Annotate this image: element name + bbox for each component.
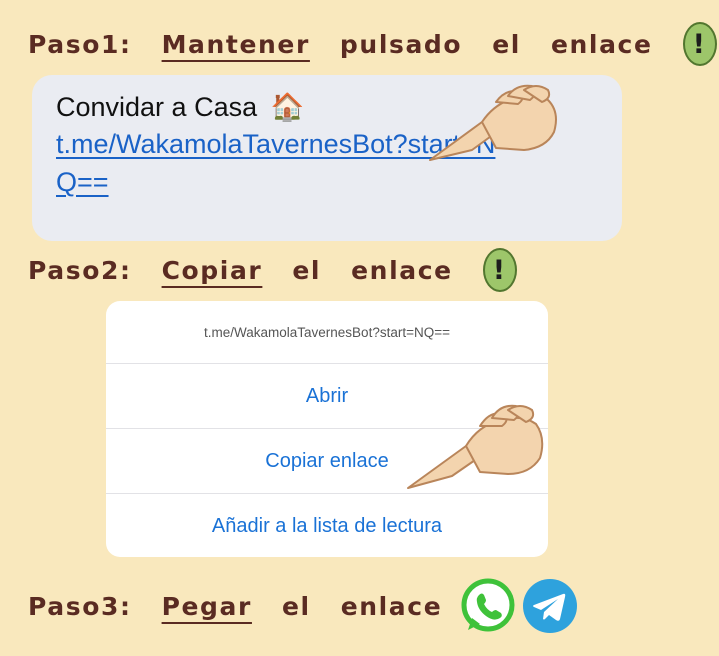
step2-action: Copiar bbox=[161, 255, 263, 285]
step3-label: Paso3: bbox=[28, 591, 132, 621]
step1-text-1: pulsado bbox=[339, 29, 463, 59]
step1-heading: Paso1: Mantener pulsado el enlace ! bbox=[28, 22, 717, 66]
step1-text-3: enlace bbox=[550, 29, 653, 59]
chat-title-text: Convidar a Casa bbox=[56, 92, 258, 122]
house-icon: 🏠 bbox=[270, 92, 305, 122]
step2-text-1: el bbox=[292, 255, 322, 285]
step2-text-2: enlace bbox=[351, 255, 453, 285]
step1-label: Paso1: bbox=[28, 29, 132, 59]
telegram-icon bbox=[523, 579, 578, 633]
step1-text-2: el bbox=[492, 29, 521, 59]
step3-text-2: enlace bbox=[340, 591, 443, 621]
exclamation-avocado-icon: ! bbox=[482, 248, 517, 292]
step2-label: Paso2: bbox=[28, 255, 132, 285]
whatsapp-icon bbox=[461, 578, 515, 632]
step3-heading: Paso3: Pegar el enlace bbox=[28, 578, 578, 633]
add-to-reading-list-option[interactable]: Añadir a la lista de lectura bbox=[106, 494, 548, 557]
step3-action: Pegar bbox=[161, 591, 252, 621]
step1-action: Mantener bbox=[161, 29, 310, 59]
step2-heading: Paso2: Copiar el enlace ! bbox=[28, 248, 517, 292]
exclamation-avocado-icon: ! bbox=[682, 22, 717, 66]
step3-text-1: el bbox=[281, 591, 311, 621]
pointing-hand-icon bbox=[429, 84, 557, 161]
action-sheet-url: t.me/WakamolaTavernesBot?start=NQ== bbox=[106, 301, 548, 364]
pointing-hand-icon bbox=[407, 404, 544, 489]
